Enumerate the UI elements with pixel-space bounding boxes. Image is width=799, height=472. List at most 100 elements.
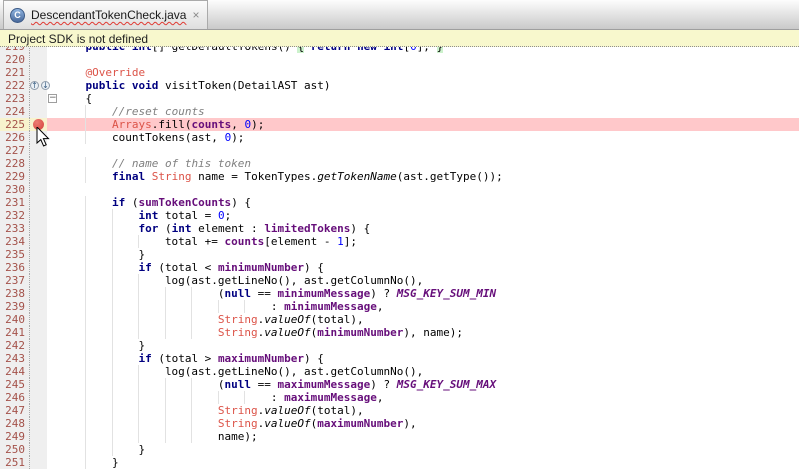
line-number[interactable]: 250 [0, 443, 30, 456]
line-number[interactable]: 240 [0, 313, 30, 326]
overridden-method-icon[interactable]: ↓ [41, 81, 50, 90]
gutter-icon-area[interactable] [30, 287, 47, 300]
line-number[interactable]: 241 [0, 326, 30, 339]
gutter-icon-area[interactable] [30, 443, 47, 456]
fold-strip[interactable] [47, 339, 59, 352]
code-editor[interactable]: 219+ public int[] getDefaultTokens() { r… [0, 47, 799, 472]
fold-strip[interactable] [47, 287, 59, 300]
fold-strip[interactable] [47, 209, 59, 222]
line-number[interactable]: 222 [0, 79, 30, 92]
line-number[interactable]: 251 [0, 456, 30, 469]
gutter-icon-area[interactable] [30, 339, 47, 352]
fold-strip[interactable] [47, 456, 59, 469]
line-number[interactable]: 231 [0, 196, 30, 209]
code-text: final String name = TokenTypes.getTokenN… [59, 170, 799, 183]
line-number[interactable]: 238 [0, 287, 30, 300]
line-number[interactable]: 225 [0, 118, 30, 131]
fold-strip[interactable] [47, 261, 59, 274]
tab-descendanttokencheck[interactable]: C DescendantTokenCheck.java × [3, 0, 208, 29]
close-icon[interactable]: × [192, 9, 199, 21]
line-number[interactable]: 226 [0, 131, 30, 144]
line-number[interactable]: 230 [0, 183, 30, 196]
gutter-icon-area[interactable] [30, 404, 47, 417]
fold-strip[interactable] [47, 157, 59, 170]
gutter-icon-area[interactable] [30, 417, 47, 430]
fold-strip[interactable] [47, 66, 59, 79]
line-number[interactable]: 232 [0, 209, 30, 222]
fold-strip[interactable] [47, 274, 59, 287]
code-line: 237 log(ast.getLineNo(), ast.getColumnNo… [0, 274, 799, 287]
gutter-icon-area[interactable] [30, 300, 47, 313]
fold-strip[interactable] [47, 313, 59, 326]
line-number[interactable]: 239 [0, 300, 30, 313]
line-number[interactable]: 235 [0, 248, 30, 261]
gutter-icon-area[interactable] [30, 378, 47, 391]
fold-strip[interactable] [47, 235, 59, 248]
fold-strip[interactable] [47, 183, 59, 196]
line-number[interactable]: 242 [0, 339, 30, 352]
gutter-icon-area[interactable] [30, 326, 47, 339]
line-number[interactable]: 220 [0, 53, 30, 66]
overrides-method-icon[interactable]: ↑ [30, 81, 39, 90]
fold-strip[interactable] [47, 391, 59, 404]
fold-strip[interactable] [47, 170, 59, 183]
code-text: } [59, 443, 799, 456]
code-text: for (int element : limitedTokens) { [59, 222, 799, 235]
gutter-icon-area[interactable] [30, 92, 47, 105]
fold-strip[interactable] [47, 326, 59, 339]
line-number[interactable]: 234 [0, 235, 30, 248]
gutter-icon-area[interactable] [30, 456, 47, 469]
gutter-icon-area[interactable] [30, 248, 47, 261]
fold-strip[interactable] [47, 222, 59, 235]
fold-strip[interactable] [47, 430, 59, 443]
fold-strip[interactable] [47, 365, 59, 378]
line-number[interactable]: 244 [0, 365, 30, 378]
gutter-icon-area[interactable] [30, 235, 47, 248]
gutter-icon-area[interactable] [30, 222, 47, 235]
gutter-icon-area[interactable] [30, 170, 47, 183]
line-number[interactable]: 248 [0, 417, 30, 430]
fold-collapse-icon[interactable]: − [48, 94, 57, 103]
gutter-icon-area[interactable] [30, 430, 47, 443]
fold-strip[interactable] [47, 248, 59, 261]
gutter-icon-area[interactable] [30, 261, 47, 274]
gutter-icon-area[interactable] [30, 365, 47, 378]
line-number[interactable]: 247 [0, 404, 30, 417]
fold-strip[interactable] [47, 352, 59, 365]
gutter-icon-area[interactable] [30, 313, 47, 326]
gutter-icon-area[interactable] [30, 391, 47, 404]
line-number[interactable]: 237 [0, 274, 30, 287]
line-number[interactable]: 223 [0, 92, 30, 105]
gutter-icon-area[interactable] [30, 183, 47, 196]
fold-strip[interactable] [47, 105, 59, 118]
fold-strip[interactable] [47, 53, 59, 66]
gutter-icon-area[interactable] [30, 157, 47, 170]
gutter-icon-area[interactable] [30, 196, 47, 209]
line-number[interactable]: 228 [0, 157, 30, 170]
fold-strip[interactable]: − [47, 92, 59, 105]
fold-strip[interactable] [47, 443, 59, 456]
line-number[interactable]: 236 [0, 261, 30, 274]
fold-strip[interactable] [47, 378, 59, 391]
gutter-icon-area[interactable] [30, 53, 47, 66]
gutter-icon-area[interactable] [30, 274, 47, 287]
line-number[interactable]: 233 [0, 222, 30, 235]
gutter-icon-area[interactable] [30, 66, 47, 79]
line-number[interactable]: 245 [0, 378, 30, 391]
fold-strip[interactable] [47, 196, 59, 209]
code-text: } [59, 339, 799, 352]
fold-strip[interactable] [47, 404, 59, 417]
gutter-icon-area[interactable] [30, 209, 47, 222]
gutter-icon-area[interactable] [30, 352, 47, 365]
gutter-icon-area[interactable] [30, 105, 47, 118]
gutter-icon-area[interactable]: ↑↓ [30, 79, 47, 92]
line-number[interactable]: 227 [0, 144, 30, 157]
line-number[interactable]: 229 [0, 170, 30, 183]
fold-strip[interactable] [47, 417, 59, 430]
line-number[interactable]: 224 [0, 105, 30, 118]
line-number[interactable]: 221 [0, 66, 30, 79]
line-number[interactable]: 246 [0, 391, 30, 404]
fold-strip[interactable] [47, 300, 59, 313]
line-number[interactable]: 243 [0, 352, 30, 365]
line-number[interactable]: 249 [0, 430, 30, 443]
